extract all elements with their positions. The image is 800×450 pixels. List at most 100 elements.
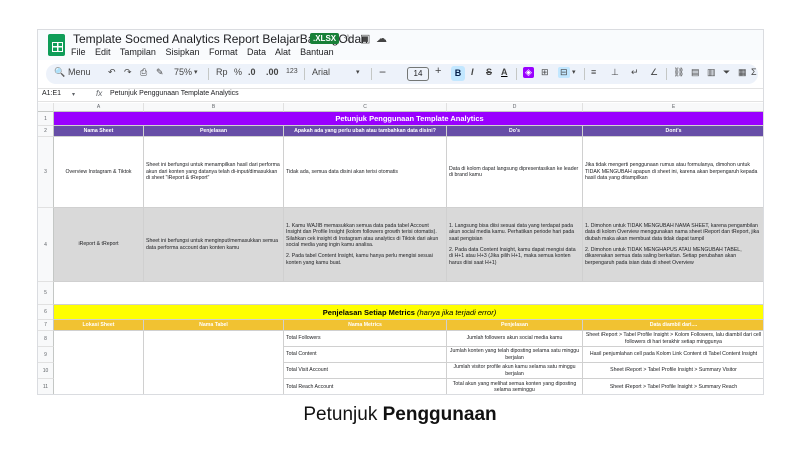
row-header-4[interactable]: 4: [38, 208, 54, 282]
table-cell[interactable]: Sheet ini berfungsi untuk menampilkan ha…: [144, 137, 284, 208]
row-header-6[interactable]: 6: [38, 305, 54, 320]
zoom-select[interactable]: 75%: [174, 67, 192, 77]
metric-name-cell[interactable]: Total Content: [284, 347, 447, 363]
insert-comment-icon[interactable]: ▤: [691, 67, 700, 78]
decrease-decimal-button[interactable]: .0: [248, 67, 256, 77]
vertical-align-icon[interactable]: ⊥: [611, 67, 619, 78]
paint-format-icon[interactable]: ✎: [156, 67, 164, 78]
font-chevron-icon[interactable]: ▾: [356, 68, 360, 76]
header-cell[interactable]: Apakah ada yang perlu ubah atau tambahka…: [284, 126, 447, 137]
currency-format-button[interactable]: Rp: [216, 67, 228, 77]
metric-desc-cell[interactable]: Jumlah visitor profile akun kamu selama …: [447, 363, 583, 379]
header-cell[interactable]: Nama Sheet: [54, 126, 144, 137]
table-cell[interactable]: [54, 331, 144, 394]
name-box-chevron-icon[interactable]: ▾: [72, 91, 75, 98]
borders-icon[interactable]: ⊞: [541, 67, 549, 78]
number-format-button[interactable]: 123: [286, 68, 298, 75]
functions-icon[interactable]: Σ: [751, 67, 757, 77]
font-select[interactable]: Arial: [312, 67, 330, 77]
row-header-8[interactable]: 8: [38, 331, 54, 347]
column-header-c[interactable]: C: [284, 103, 447, 112]
name-box[interactable]: A1:E1: [42, 90, 61, 97]
header-cell[interactable]: Do's: [447, 126, 583, 137]
row-header-1[interactable]: 1: [38, 112, 54, 126]
column-header-a[interactable]: A: [54, 103, 144, 112]
row-header-2[interactable]: 2: [38, 126, 54, 137]
metrics-banner-row-6[interactable]: Penjelasan Setiap Metrics (hanya jika te…: [54, 305, 763, 320]
fill-color-icon[interactable]: ◈: [523, 67, 534, 78]
cloud-status-icon[interactable]: ☁: [376, 32, 387, 45]
menu-tools[interactable]: Alat: [275, 47, 291, 57]
metric-source-cell[interactable]: Sheet iReport > Tabel Profile Insight > …: [583, 331, 763, 347]
menu-file[interactable]: File: [71, 47, 86, 57]
italic-button[interactable]: I: [471, 67, 474, 77]
text-rotation-icon[interactable]: ∠: [650, 67, 658, 78]
zoom-chevron-icon[interactable]: ▾: [194, 68, 198, 76]
undo-icon[interactable]: ↶: [108, 67, 116, 78]
metric-source-cell[interactable]: Sheet iReport > Tabel Profile Insight > …: [583, 363, 763, 379]
menu-format[interactable]: Format: [209, 47, 238, 57]
table-cell[interactable]: Tidak ada, semua data disini akan terisi…: [284, 137, 447, 208]
metric-source-cell[interactable]: Sheet iReport > Tabel Profile Insight > …: [583, 379, 763, 394]
table-cell[interactable]: Data di kolom dapat langsung dipresentas…: [447, 137, 583, 208]
row-header-5[interactable]: 5: [38, 282, 54, 305]
insert-chart-icon[interactable]: ▥: [707, 67, 716, 78]
empty-row[interactable]: [54, 282, 763, 305]
horizontal-align-icon[interactable]: ≡: [591, 67, 596, 77]
decrease-font-size-icon[interactable]: −: [379, 65, 386, 79]
header-cell[interactable]: Data diambil dari....: [583, 320, 763, 331]
header-cell[interactable]: Nama Tabel: [144, 320, 284, 331]
redo-icon[interactable]: ↷: [124, 67, 132, 78]
row-header-7[interactable]: 7: [38, 320, 54, 331]
table-cell[interactable]: 1. Langsung bisa diisi sesuai data yang …: [447, 208, 583, 282]
insert-link-icon[interactable]: ⛓: [673, 67, 684, 78]
header-cell[interactable]: Penjelasan: [144, 126, 284, 137]
row-header-9[interactable]: 9: [38, 347, 54, 363]
table-cell[interactable]: Sheet ini berfungsi untuk menginput/mema…: [144, 208, 284, 282]
column-header-d[interactable]: D: [447, 103, 583, 112]
row-header-3[interactable]: 3: [38, 137, 54, 208]
table-cell[interactable]: 1. Dimohon untuk TIDAK MENGUBAH NAMA SHE…: [583, 208, 763, 282]
menu-help[interactable]: Bantuan: [300, 47, 334, 57]
column-header-b[interactable]: B: [144, 103, 284, 112]
table-cell[interactable]: iReport & tReport: [54, 208, 144, 282]
move-folder-icon[interactable]: ▣: [360, 32, 370, 45]
select-all-corner[interactable]: [38, 103, 54, 112]
row-header-11[interactable]: 11: [38, 379, 54, 394]
filter-views-icon[interactable]: ▦: [738, 67, 747, 78]
merge-chevron-icon[interactable]: ▾: [572, 68, 576, 76]
table-cell[interactable]: 1. Kamu WAJIB memasukkan semua data pada…: [284, 208, 447, 282]
row-header-10[interactable]: 10: [38, 363, 54, 379]
formula-input[interactable]: Petunjuk Penggunaan Template Analytics: [110, 90, 239, 97]
metric-name-cell[interactable]: Total Followers: [284, 331, 447, 347]
search-menus-label[interactable]: Menu: [68, 67, 91, 77]
table-cell[interactable]: Overview Instagram & Tiktok: [54, 137, 144, 208]
text-color-icon[interactable]: A: [501, 67, 508, 77]
text-wrap-icon[interactable]: ↵: [631, 67, 639, 78]
menu-data[interactable]: Data: [247, 47, 266, 57]
increase-font-size-icon[interactable]: +: [435, 65, 441, 77]
metric-desc-cell[interactable]: Total akun yang melihat semua konten yan…: [447, 379, 583, 394]
search-icon[interactable]: 🔍: [54, 67, 65, 78]
print-icon[interactable]: ⎙: [140, 67, 147, 78]
metric-source-cell[interactable]: Hasil penjumlahan cell pada Kolom Link C…: [583, 347, 763, 363]
strikethrough-icon[interactable]: S: [486, 67, 492, 77]
filter-icon[interactable]: ⏷: [723, 67, 730, 78]
header-cell[interactable]: Penjelasan: [447, 320, 583, 331]
star-icon[interactable]: ☆: [343, 32, 353, 45]
increase-decimal-button[interactable]: .00: [266, 67, 279, 77]
menu-insert[interactable]: Sisipkan: [165, 47, 199, 57]
percent-format-button[interactable]: %: [234, 67, 242, 77]
menu-view[interactable]: Tampilan: [120, 47, 156, 57]
menu-edit[interactable]: Edit: [95, 47, 111, 57]
column-header-e[interactable]: E: [583, 103, 763, 112]
metric-name-cell[interactable]: Total Reach Account: [284, 379, 447, 394]
header-cell[interactable]: Lokasi Sheet: [54, 320, 144, 331]
table-cell[interactable]: [144, 331, 284, 394]
header-cell[interactable]: Nama Metrics: [284, 320, 447, 331]
title-banner-row-1[interactable]: Petunjuk Penggunaan Template Analytics: [54, 112, 763, 126]
font-size-input[interactable]: 14: [407, 67, 429, 81]
merge-cells-icon[interactable]: ⊟: [558, 67, 570, 78]
header-cell[interactable]: Dont's: [583, 126, 763, 137]
metric-desc-cell[interactable]: Jumlah konten yang telah diposting selam…: [447, 347, 583, 363]
